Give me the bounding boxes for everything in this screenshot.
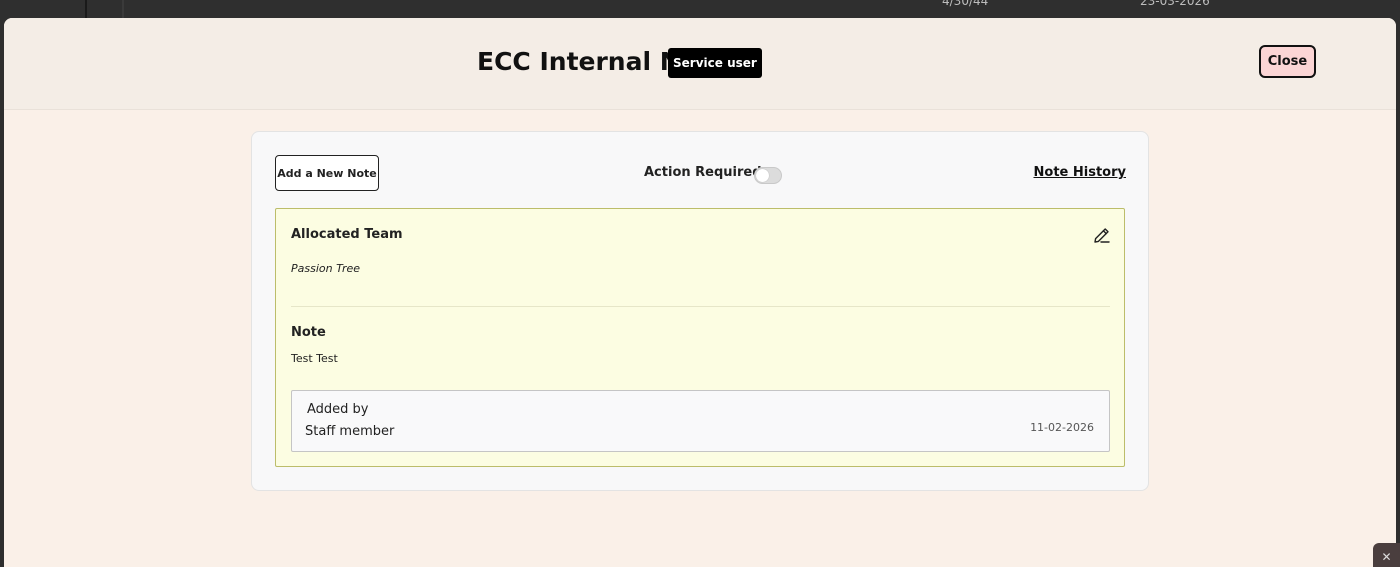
action-required-label: Action Required <box>644 165 762 180</box>
added-by-box: Added by Staff member 11-02-2026 <box>291 390 1110 452</box>
pencil-icon[interactable] <box>1092 225 1112 245</box>
note-entry: Allocated Team Passion Tree Note Test Te… <box>275 208 1125 467</box>
background-cell-text: 4/30/44 <box>942 0 989 8</box>
allocated-team-value: Passion Tree <box>291 262 361 275</box>
added-by-name: Staff member <box>305 424 395 439</box>
background-cell-text: 23-03-2026 <box>1140 0 1210 8</box>
add-new-note-button[interactable]: Add a New Note <box>275 155 379 191</box>
background-column-divider <box>85 0 87 20</box>
close-button[interactable]: Close <box>1259 45 1316 78</box>
action-required-toggle[interactable] <box>754 167 782 184</box>
note-history-link[interactable]: Note History <box>1034 165 1126 180</box>
allocated-team-heading: Allocated Team <box>291 227 403 242</box>
internal-note-modal: ECC Internal Note Service user Close Add… <box>4 18 1396 567</box>
added-by-label: Added by <box>307 402 369 417</box>
background-column-divider <box>122 0 124 20</box>
note-heading: Note <box>291 325 326 340</box>
service-user-badge: Service user <box>668 48 762 78</box>
toggle-knob <box>756 169 769 182</box>
section-divider <box>291 306 1110 307</box>
added-date: 11-02-2026 <box>1030 421 1094 434</box>
note-card: Add a New Note Action Required Note Hist… <box>251 131 1149 491</box>
modal-header: ECC Internal Note Service user Close <box>4 18 1396 110</box>
note-text: Test Test <box>291 352 338 365</box>
close-icon[interactable]: ✕ <box>1373 543 1400 567</box>
background-table-strip: 4/30/44 23-03-2026 <box>0 0 1400 20</box>
